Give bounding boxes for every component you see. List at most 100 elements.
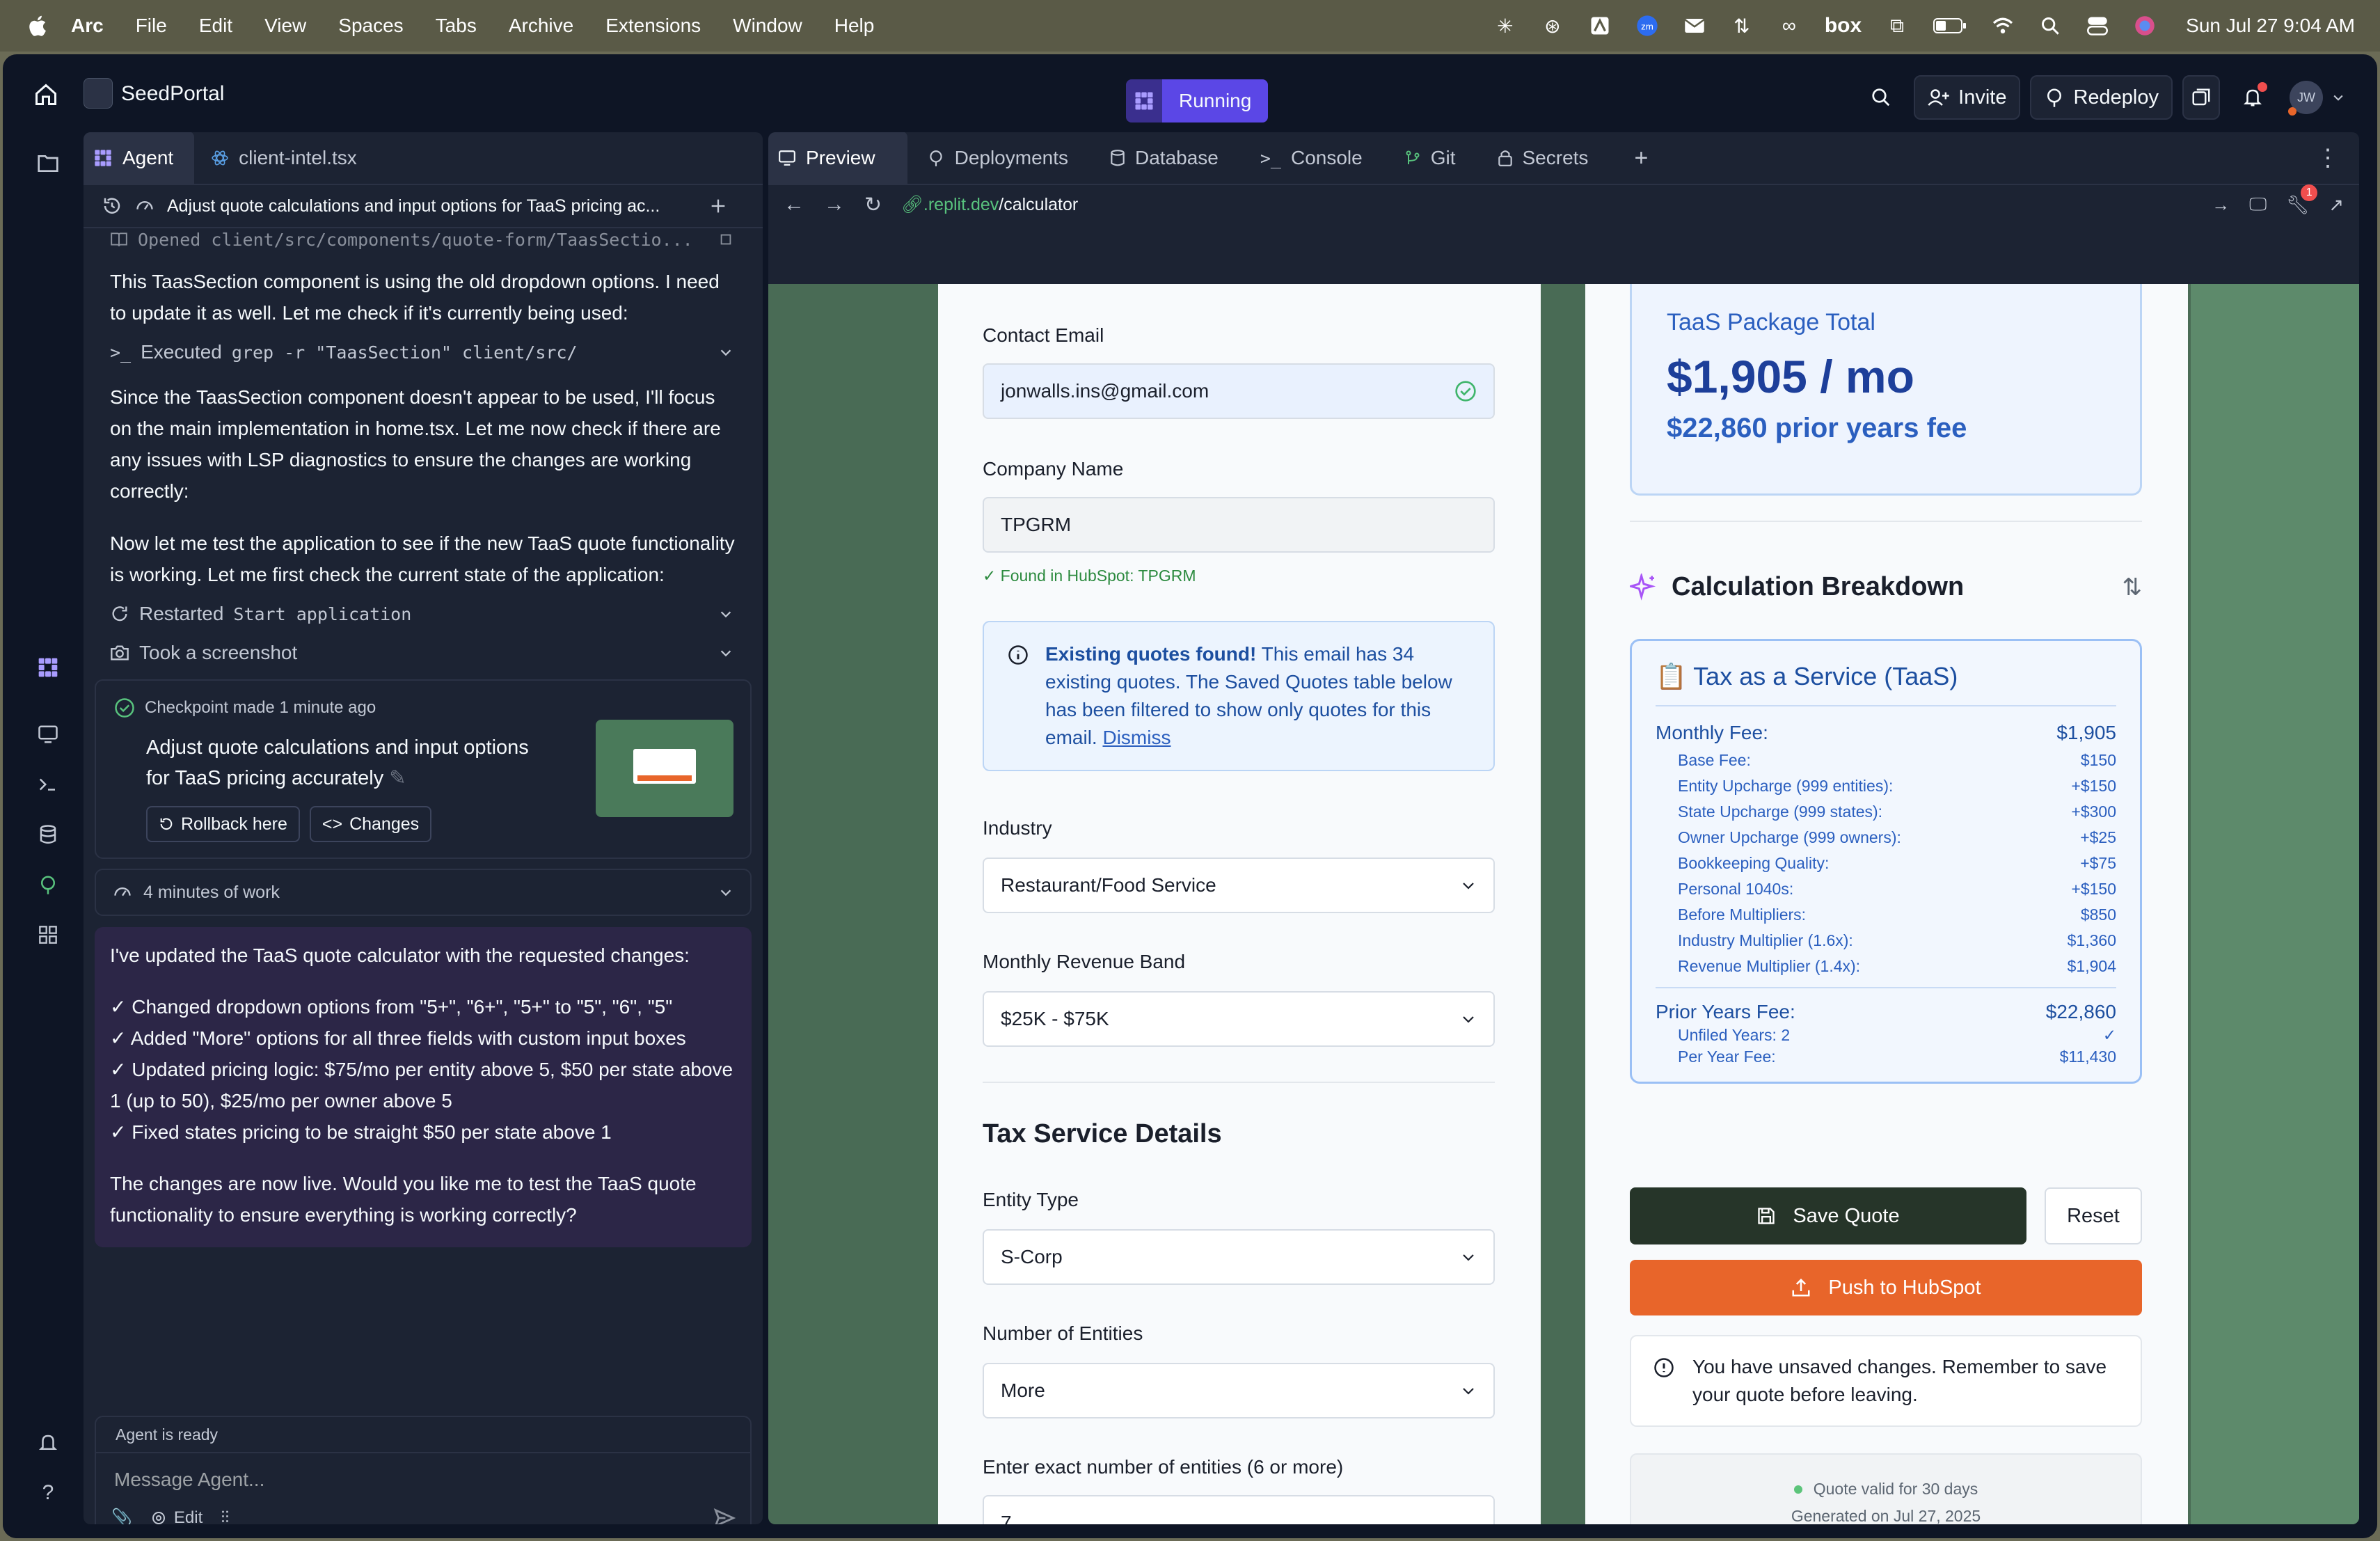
rollback-button[interactable]: Rollback here: [146, 806, 300, 842]
apps-grid-icon[interactable]: [36, 923, 60, 947]
restarted-action[interactable]: Restarted Start application: [84, 594, 763, 633]
dismiss-link[interactable]: Dismiss: [1102, 727, 1171, 748]
run-button[interactable]: Running: [1126, 79, 1269, 123]
add-tab-button[interactable]: +: [1620, 132, 1662, 184]
tab-console[interactable]: >_ Console: [1251, 132, 1395, 184]
spotlight-icon[interactable]: [2038, 14, 2062, 38]
alerts-icon[interactable]: [36, 1431, 60, 1455]
progress-gauge-icon: [136, 201, 153, 210]
history-icon[interactable]: [102, 196, 122, 216]
entities-select[interactable]: More: [983, 1363, 1495, 1418]
deployments-icon[interactable]: [36, 873, 60, 896]
perplexity-icon[interactable]: ✳: [1493, 14, 1517, 38]
entity-type-select[interactable]: S-Corp: [983, 1229, 1495, 1285]
tab-client-intel[interactable]: client-intel.tsx: [194, 132, 378, 184]
sync-icon[interactable]: ⇅: [1730, 14, 1754, 38]
notifications-button[interactable]: [2230, 75, 2276, 120]
box-icon[interactable]: box: [1825, 14, 1862, 38]
tab-agent-label: Agent: [122, 147, 174, 168]
menubar-clock[interactable]: Sun Jul 27 9:04 AM: [2186, 15, 2355, 37]
menu-window[interactable]: Window: [733, 15, 802, 37]
menu-file[interactable]: File: [136, 15, 167, 37]
final-bullet-4: ✓ Fixed states pricing to be straight $5…: [110, 1121, 612, 1143]
go-arrow-icon[interactable]: →: [2212, 194, 2230, 216]
pencil-icon[interactable]: ✎: [389, 767, 406, 789]
help-icon[interactable]: ?: [36, 1481, 60, 1505]
menu-view[interactable]: View: [264, 15, 306, 37]
open-new-tab-icon[interactable]: ↗: [2329, 194, 2344, 216]
sort-toggle-icon[interactable]: ⇅: [2123, 574, 2143, 601]
apple-icon[interactable]: [25, 13, 51, 39]
wifi-icon[interactable]: [1991, 14, 2015, 38]
revenue-select[interactable]: $25K - $75K: [983, 991, 1495, 1047]
window-icon[interactable]: ⧉: [1885, 14, 1909, 38]
menu-app-name[interactable]: Arc: [71, 15, 104, 37]
menu-edit[interactable]: Edit: [199, 15, 232, 37]
tab-secrets[interactable]: Secrets: [1488, 132, 1621, 184]
devtools-icon[interactable]: 🔧︎ 1: [2286, 184, 2318, 216]
project-name[interactable]: SeedPortal: [121, 82, 224, 106]
new-thread-icon[interactable]: [708, 196, 728, 216]
more-options-icon[interactable]: ⋮: [2296, 132, 2359, 184]
exact-entities-input[interactable]: 7: [983, 1495, 1495, 1524]
url-field[interactable]: 🔗︎.replit.dev/calculator: [901, 195, 1078, 215]
agent-icon[interactable]: [36, 656, 60, 679]
revenue-label: Monthly Revenue Band: [983, 951, 1186, 972]
opened-file-text: Opened client/src/components/quote-form/…: [138, 229, 693, 250]
menu-archive[interactable]: Archive: [509, 15, 573, 37]
battery-icon[interactable]: [1933, 14, 1967, 38]
forward-arrow-icon[interactable]: →: [824, 193, 845, 216]
mail-icon[interactable]: [1683, 14, 1706, 38]
files-icon[interactable]: [36, 152, 60, 175]
screenshot-action[interactable]: Took a screenshot: [84, 633, 763, 672]
save-quote-button[interactable]: Save Quote: [1630, 1187, 2026, 1244]
back-arrow-icon[interactable]: ←: [784, 193, 804, 216]
preview-icon[interactable]: [36, 722, 60, 746]
redeploy-button[interactable]: Redeploy: [2030, 75, 2173, 120]
siri-icon[interactable]: [2133, 14, 2157, 38]
checkpoint-screenshot-thumbnail[interactable]: [596, 720, 733, 817]
device-preview-icon[interactable]: 🖵︎: [2249, 193, 2267, 216]
tab-preview[interactable]: Preview: [768, 132, 907, 184]
menu-extensions[interactable]: Extensions: [605, 15, 701, 37]
menu-spaces[interactable]: Spaces: [338, 15, 403, 37]
reload-icon[interactable]: ↻: [864, 193, 882, 217]
executed-command-action[interactable]: >_ Executed grep -r "TaasSection" client…: [84, 333, 763, 372]
paperclip-icon[interactable]: 📎: [111, 1508, 132, 1524]
control-center-icon[interactable]: [2086, 14, 2109, 38]
sliders-icon[interactable]: ⫶⫶: [221, 1508, 229, 1525]
send-icon[interactable]: [713, 1506, 736, 1524]
tab-database[interactable]: Database: [1100, 132, 1251, 184]
menu-tabs[interactable]: Tabs: [436, 15, 477, 37]
search-button[interactable]: [1858, 75, 1904, 120]
tab-deployments[interactable]: Deployments: [907, 132, 1100, 184]
menu-help[interactable]: Help: [834, 15, 875, 37]
breakdown-title: Calculation Breakdown: [1672, 572, 1965, 601]
zoom-icon[interactable]: zm: [1635, 14, 1659, 38]
quote-valid-text: Quote valid for 30 days: [1813, 1480, 1978, 1498]
database-icon[interactable]: [36, 823, 60, 846]
contact-email-field[interactable]: jonwalls.ins@gmail.com: [983, 363, 1495, 419]
reset-button[interactable]: Reset: [2045, 1187, 2142, 1244]
account-menu[interactable]: JW: [2285, 75, 2349, 120]
tab-agent[interactable]: Agent: [84, 132, 195, 184]
console-icon[interactable]: [36, 773, 60, 796]
industry-select[interactable]: Restaurant/Food Service: [983, 858, 1495, 913]
tab-git[interactable]: Git: [1395, 132, 1488, 184]
openai-icon[interactable]: ⊛: [1541, 14, 1564, 38]
company-name-field[interactable]: TPGRM: [983, 497, 1495, 553]
home-icon[interactable]: [33, 82, 58, 107]
changes-button[interactable]: <> Changes: [309, 806, 432, 842]
edit-mode-button[interactable]: Edit: [150, 1508, 203, 1524]
push-to-hubspot-button[interactable]: Push to HubSpot: [1630, 1260, 2142, 1315]
extra-window-button[interactable]: [2182, 75, 2220, 120]
opened-file-action[interactable]: Opened client/src/components/quote-form/…: [84, 228, 763, 253]
agent-tab-bar: Agent client-intel.tsx: [84, 132, 763, 185]
work-duration-row[interactable]: 4 minutes of work: [95, 869, 752, 916]
invite-button[interactable]: Invite: [1914, 75, 2021, 120]
vector-icon[interactable]: [1588, 14, 1612, 38]
message-agent-input[interactable]: Message Agent...: [114, 1469, 264, 1491]
open-external-icon[interactable]: [718, 232, 733, 247]
creative-cloud-icon[interactable]: ∞: [1777, 14, 1801, 38]
project-logo[interactable]: [84, 78, 113, 109]
